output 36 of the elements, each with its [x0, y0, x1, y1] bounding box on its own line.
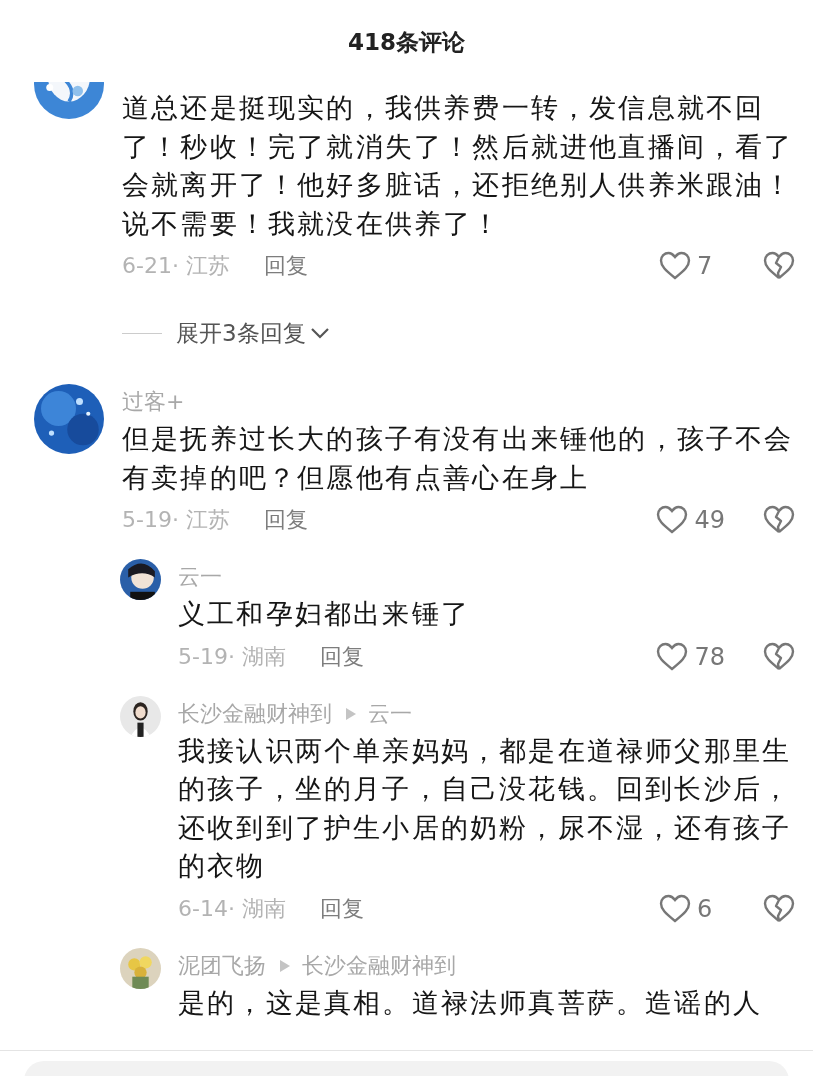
heart-icon[interactable] [656, 641, 689, 672]
comment-text: 道总还是挺现实的，我供养费一转，发信息就不回了！秒收！完了就消失了！然后就进他直播间，看了会就离开了！他好多脏话，还拒绝别人供养米跟油！说不需要！我就没在供养了！ [122, 91, 795, 241]
like-count: 78 [694, 642, 725, 671]
comment-date-location: 6-14· 湖南 [178, 894, 286, 923]
broken-heart-icon[interactable] [763, 641, 795, 672]
comment-text: 义工和孕妇都出来锤了 [178, 597, 471, 631]
comment-date-location: 6-21· 江苏 [122, 252, 230, 280]
reply-button[interactable]: 回复 [263, 505, 308, 535]
author-name[interactable]: 云一 [178, 563, 222, 591]
author-name[interactable]: 过客+ [122, 388, 185, 416]
reply-button[interactable]: 回复 [319, 641, 364, 672]
comment-date-location: 5-19· 湖南 [178, 642, 286, 671]
like-count: 49 [694, 506, 725, 534]
reply-to-name[interactable]: 长沙金融财神到 [302, 951, 456, 980]
expand-replies-link[interactable]: 展开3条回复 [176, 317, 330, 349]
author-name[interactable]: 泥团飞扬 [178, 951, 266, 980]
heart-icon[interactable] [656, 505, 689, 535]
reply-button[interactable]: 回复 [263, 251, 308, 281]
comment-text: 是的，这是真相。道禄法师真菩萨。造谣的人 [178, 985, 763, 1020]
comment-text: 我接认识两个单亲妈妈，都是在道禄师父那里生的孩子，坐的月子，自己没花钱。回到长沙后，还收到到了护生小居的奶粉，尿不湿，还有孩子的衣物 [178, 733, 793, 883]
comment-date-location: 5-19· 江苏 [122, 506, 230, 534]
triangle-icon [280, 959, 290, 972]
broken-heart-icon[interactable] [763, 893, 795, 924]
like-count: 6 [697, 894, 714, 923]
heart-icon[interactable] [659, 251, 691, 281]
broken-heart-icon[interactable] [763, 505, 795, 535]
heart-icon[interactable] [659, 893, 691, 924]
triangle-icon [346, 707, 356, 720]
comment-text: 但是抚养过长大的孩子有没有出来锤他的，孩子不会有卖掉的吧？但愿他有点善心在身上 [122, 422, 795, 495]
like-count: 7 [697, 252, 714, 280]
broken-heart-icon[interactable] [763, 251, 795, 281]
author-name[interactable]: 长沙金融财神到 [178, 699, 332, 728]
comments-title: 418条评论 [348, 28, 465, 57]
reply-button[interactable]: 回复 [319, 893, 364, 924]
reply-to-name[interactable]: 云一 [368, 699, 412, 728]
chevron-down-icon [309, 327, 330, 339]
